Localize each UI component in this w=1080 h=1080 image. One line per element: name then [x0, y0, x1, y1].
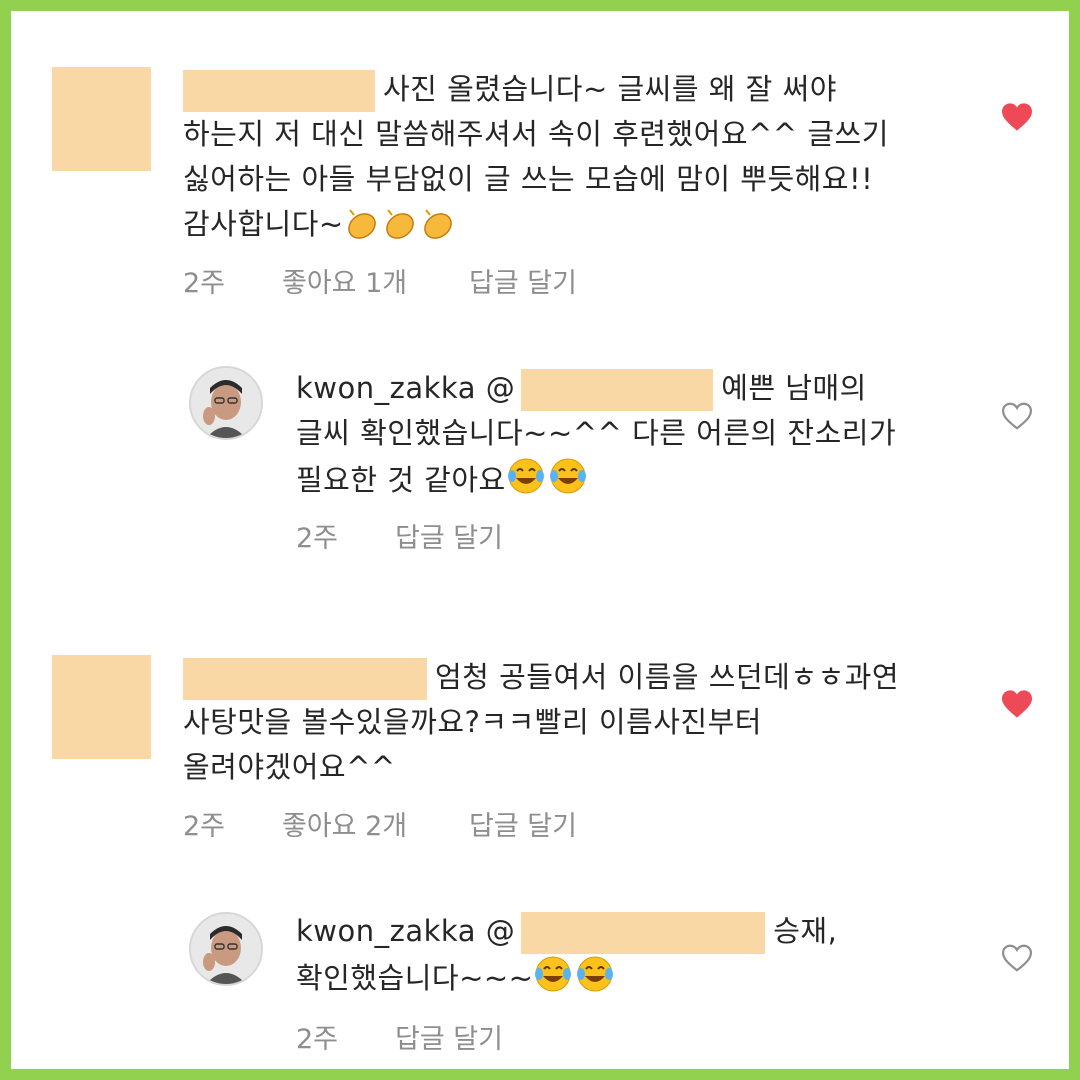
reply-button[interactable]: 답글 달기 [395, 516, 503, 555]
comment-3-line-1: 엄청 공들여서 이름을 쓰던데ㅎㅎ과연 [435, 660, 900, 694]
tears-of-joy-icon [506, 456, 590, 509]
comment-1-line-3: 싫어하는 아들 부담없이 글 쓰는 모습에 맘이 뿌듯해요!! [183, 162, 874, 196]
mention-prefix: @ [485, 914, 516, 948]
comment-4-line-2: 확인했습니다~~~ [296, 961, 534, 995]
profile-photo-icon [191, 368, 261, 438]
comment-2-text: kwon_zakka @ 예쁜 남매의 글씨 확인했습니다~~^^ 다른 어른의 … [296, 366, 996, 509]
comment-3-text: 엄청 공들여서 이름을 쓰던데ㅎㅎ과연 사탕맛을 볼수있을까요?ㅋㅋ빨리 이름사… [183, 655, 983, 790]
comment-3-line-2: 사탕맛을 볼수있을까요?ㅋㅋ빨리 이름사진부터 [183, 705, 762, 739]
heart-outline-icon[interactable] [1000, 401, 1034, 431]
mention-redacted[interactable] [521, 912, 766, 954]
username-redacted[interactable] [183, 658, 427, 700]
comment-4-text: kwon_zakka @ 승재, 확인했습니다~~~ [296, 909, 996, 1007]
clapping-hands-icon [344, 206, 458, 253]
comment-4-meta: 2주 답글 달기 [296, 1017, 696, 1055]
comment-1-line-4: 감사합니다~ [183, 207, 344, 241]
comment-4-line-1: 승재, [773, 914, 838, 948]
avatar[interactable] [189, 366, 263, 440]
username[interactable]: kwon_zakka [296, 371, 476, 405]
tears-of-joy-icon [533, 954, 617, 1007]
comment-panel: 사진 올렸습니다~ 글씨를 왜 잘 써야 하는지 저 대신 말씀해주셔서 속이 … [0, 0, 1080, 1080]
heart-outline-icon[interactable] [1000, 943, 1034, 973]
mention-prefix: @ [485, 371, 516, 405]
comment-1-text: 사진 올렸습니다~ 글씨를 왜 잘 써야 하는지 저 대신 말씀해주셔서 속이 … [183, 67, 983, 253]
timestamp: 2주 [296, 523, 339, 554]
comment-1-line-2: 하는지 저 대신 말씀해주셔서 속이 후련했어요^^ 글쓰기 [183, 117, 889, 151]
avatar[interactable] [189, 912, 263, 986]
comment-2-line-3: 필요한 것 같아요 [296, 463, 506, 497]
heart-filled-icon[interactable] [1000, 689, 1034, 719]
timestamp: 2주 [183, 811, 226, 842]
comment-2-line-2: 글씨 확인했습니다~~^^ 다른 어른의 잔소리가 [296, 416, 897, 450]
avatar-redacted[interactable] [52, 67, 151, 171]
likes-count[interactable]: 좋아요 1개 [282, 261, 407, 300]
comment-2-meta: 2주 답글 달기 [296, 516, 696, 554]
mention-redacted[interactable] [521, 369, 714, 411]
comment-1-line-1: 사진 올렸습니다~ 글씨를 왜 잘 써야 [383, 72, 837, 106]
reply-button[interactable]: 답글 달기 [395, 1017, 503, 1056]
comment-1-meta: 2주 좋아요 1개 답글 달기 [183, 261, 683, 299]
avatar-redacted[interactable] [52, 655, 151, 759]
comment-3-meta: 2주 좋아요 2개 답글 달기 [183, 804, 683, 842]
reply-button[interactable]: 답글 달기 [469, 261, 577, 300]
comment-3-line-3: 올려야겠어요^^ [183, 750, 396, 784]
username-redacted[interactable] [183, 70, 375, 112]
heart-filled-icon[interactable] [1000, 102, 1034, 132]
timestamp: 2주 [183, 268, 226, 299]
likes-count[interactable]: 좋아요 2개 [282, 804, 407, 843]
reply-button[interactable]: 답글 달기 [469, 804, 577, 843]
comment-2-line-1: 예쁜 남매의 [721, 371, 867, 405]
profile-photo-icon [191, 914, 261, 984]
username[interactable]: kwon_zakka [296, 914, 476, 948]
timestamp: 2주 [296, 1024, 339, 1055]
